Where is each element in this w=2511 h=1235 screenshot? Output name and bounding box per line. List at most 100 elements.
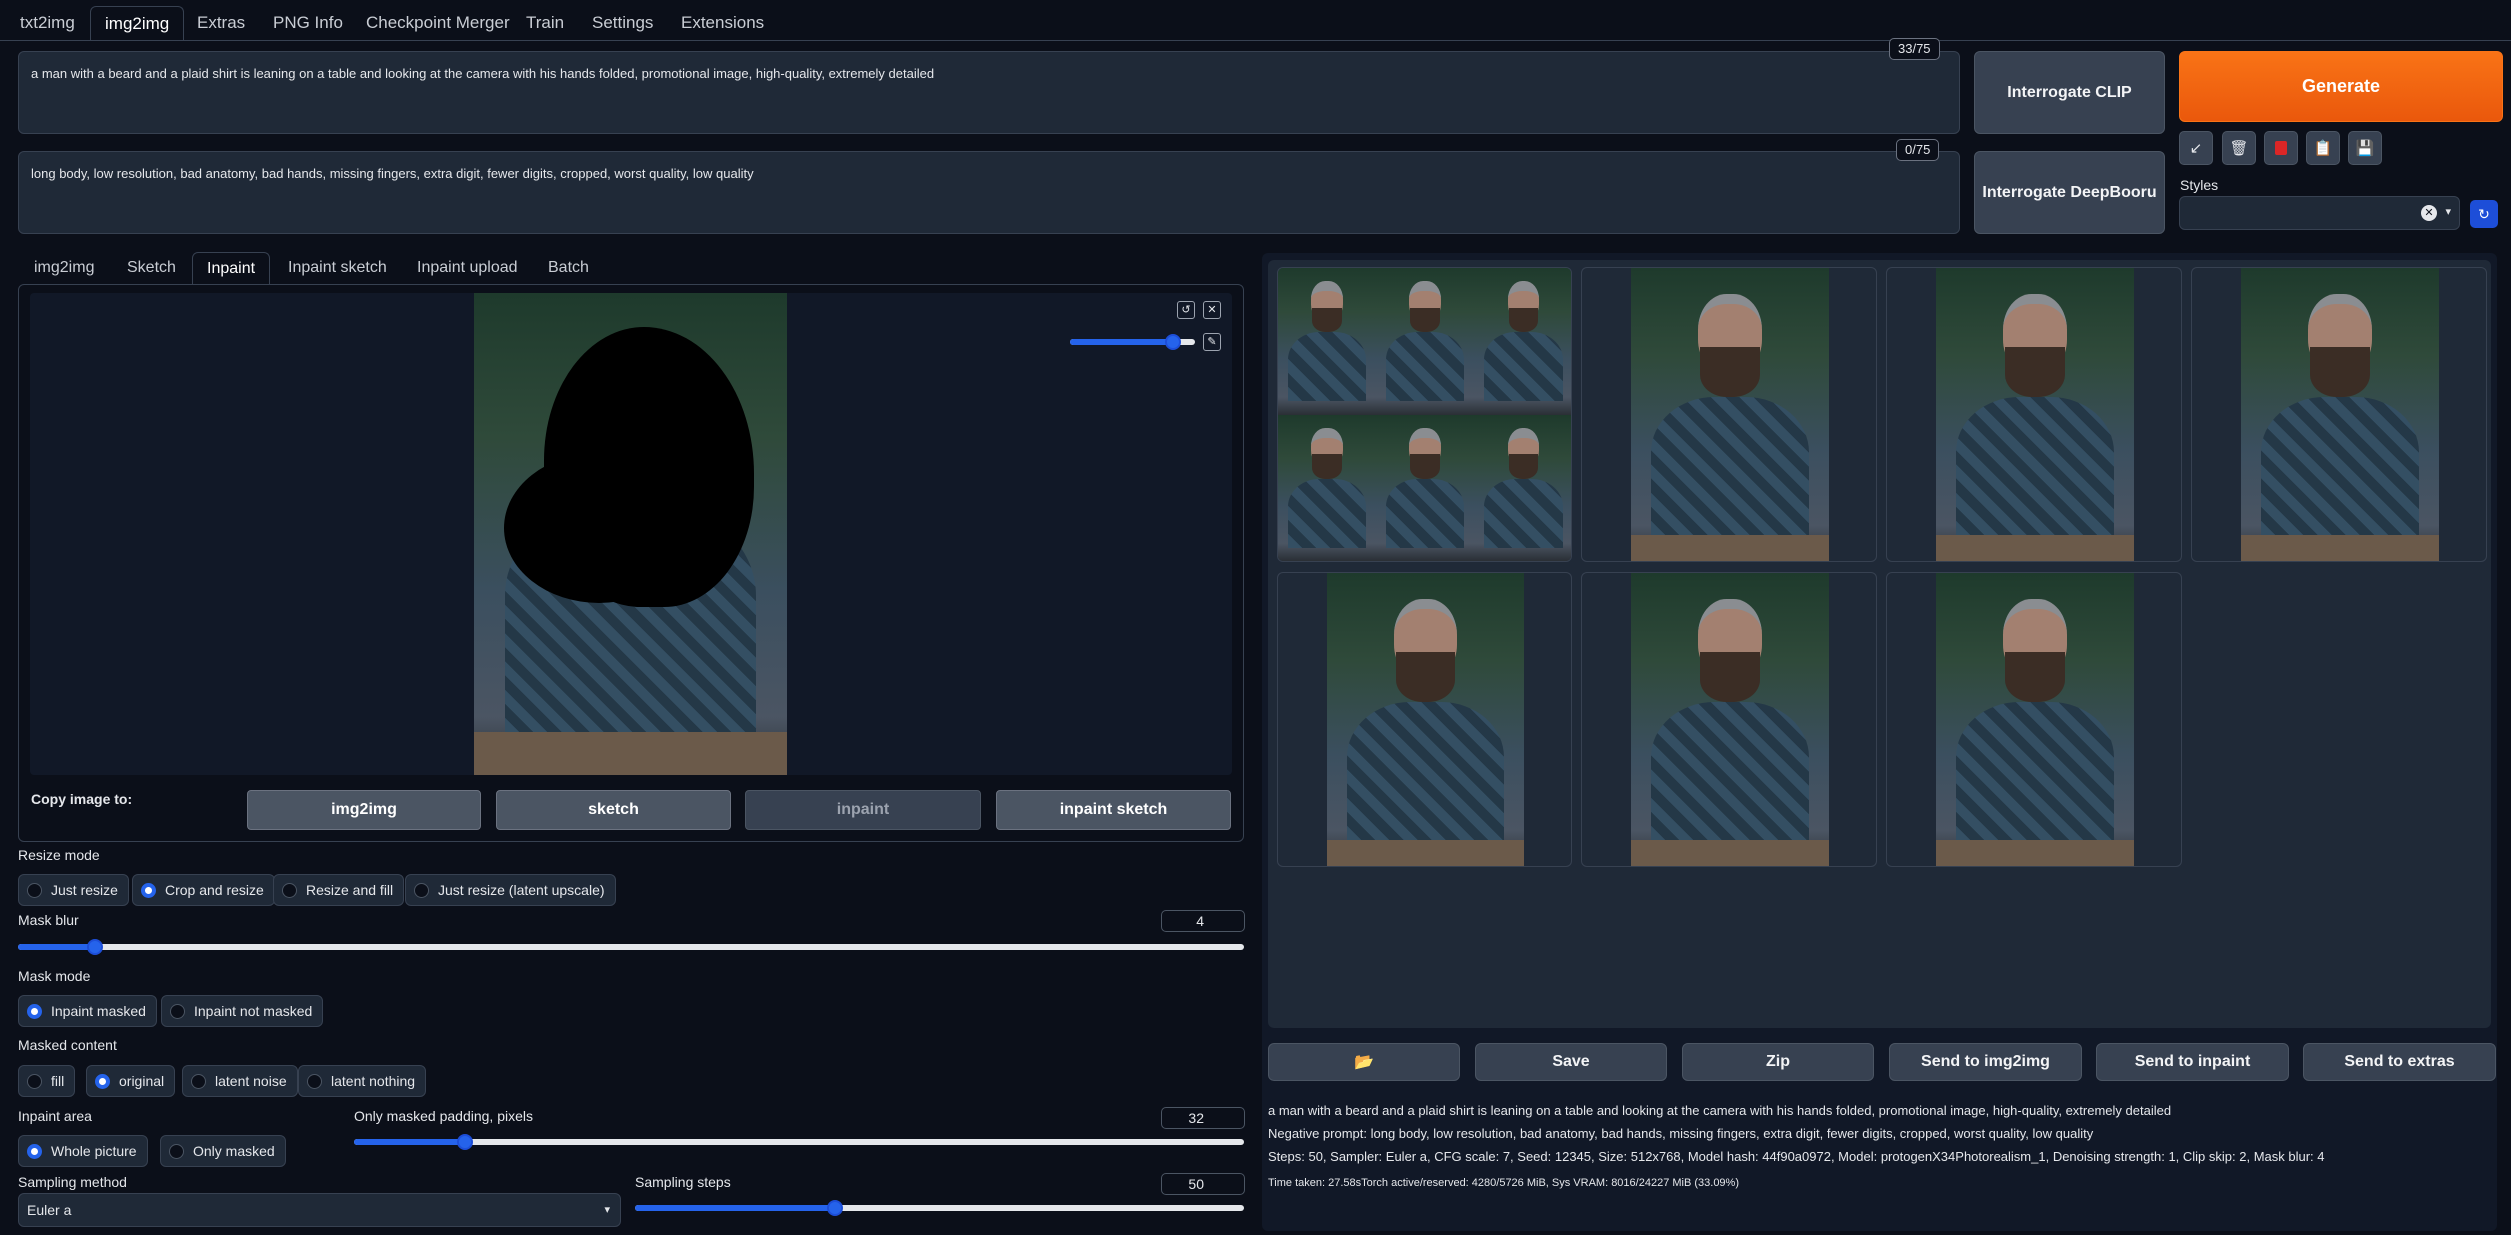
copy-image-label: Copy image to: [31, 791, 133, 807]
sampling-method-dropdown[interactable]: Euler a ▾ [18, 1193, 621, 1227]
mask-blur-label: Mask blur [18, 912, 79, 928]
masked-fill-radio[interactable]: fill [18, 1065, 76, 1097]
mask-blur-fill [18, 944, 95, 950]
gallery-grid-image[interactable] [1277, 267, 1572, 562]
beard-shape [1395, 652, 1456, 702]
send-to-extras-button[interactable]: Send to extras [2303, 1043, 2496, 1081]
grid-tile [1278, 414, 1376, 561]
clipboard-icon[interactable]: 📋 [2306, 131, 2340, 165]
resize-crop-radio[interactable]: Crop and resize [132, 874, 275, 906]
send-to-img2img-button[interactable]: Send to img2img [1889, 1043, 2082, 1081]
inpaint-canvas[interactable]: ↺ ✕ ✎ [30, 293, 1232, 775]
gallery-image[interactable] [1581, 572, 1877, 867]
shirt-shape [1955, 701, 2115, 840]
masked-latent-nothing-radio[interactable]: latent nothing [298, 1065, 427, 1097]
resize-fill-radio[interactable]: Resize and fill [273, 874, 405, 906]
sampling-steps-value[interactable]: 50 [1161, 1173, 1245, 1195]
beard-shape [1410, 307, 1440, 333]
brush-icon[interactable]: ✎ [1203, 333, 1221, 351]
inpaint-not-masked-radio[interactable]: Inpaint not masked [161, 995, 324, 1027]
sampling-steps-slider[interactable] [635, 1200, 1244, 1216]
beard-shape [1312, 307, 1342, 333]
gallery-image[interactable] [1886, 572, 2182, 867]
generate-button[interactable]: Generate [2179, 51, 2503, 122]
gen-info-prompt: a man with a beard and a plaid shirt is … [1268, 1103, 2172, 1118]
gallery-image[interactable] [1581, 267, 1877, 562]
subtab-inpaint-sketch[interactable]: Inpaint sketch [274, 252, 401, 284]
subtab-inpaint[interactable]: Inpaint [192, 252, 271, 284]
interrogate-deepbooru-button[interactable]: Interrogate DeepBooru [1974, 151, 2165, 234]
resize-latent-upscale-radio[interactable]: Just resize (latent upscale) [405, 874, 616, 906]
prompt-input[interactable]: a man with a beard and a plaid shirt is … [18, 51, 1960, 134]
resize-mode-label: Resize mode [18, 847, 100, 863]
save-button[interactable]: Save [1475, 1043, 1667, 1081]
radio-dot [27, 882, 42, 898]
mask-mode-label: Mask mode [18, 968, 91, 984]
refresh-styles-icon[interactable]: ↻ [2470, 200, 2498, 228]
tab-extras[interactable]: Extras [183, 6, 259, 40]
subtab-batch[interactable]: Batch [534, 252, 603, 284]
clear-icon[interactable]: ✕ [2421, 205, 2437, 221]
undo-icon[interactable]: ↺ [1177, 301, 1195, 319]
padding-fill [354, 1139, 466, 1145]
negative-prompt-input[interactable]: long body, low resolution, bad anatomy, … [18, 151, 1960, 234]
padding-knob[interactable] [457, 1134, 474, 1150]
send-to-inpaint-button[interactable]: Send to inpaint [2096, 1043, 2289, 1081]
output-image [1631, 573, 1829, 866]
resize-just-resize-radio[interactable]: Just resize [18, 874, 129, 906]
chevron-down-icon: ▾ [2445, 206, 2451, 218]
trash-icon[interactable]: 🗑 [2222, 131, 2256, 165]
subtab-sketch[interactable]: Sketch [113, 252, 190, 284]
masked-latent-noise-radio[interactable]: latent noise [182, 1065, 298, 1097]
only-masked-radio[interactable]: Only masked [160, 1135, 286, 1167]
grid-tile [1474, 268, 1571, 415]
shirt-shape [1385, 332, 1465, 402]
shirt-shape [1385, 478, 1465, 548]
subtab-img2img[interactable]: img2img [20, 252, 108, 284]
arrow-icon[interactable]: ↙ [2179, 131, 2213, 165]
gallery-image[interactable] [1886, 267, 2182, 562]
copy-to-inpaint-button[interactable]: inpaint [745, 790, 981, 830]
tab-img2img[interactable]: img2img [90, 6, 185, 40]
mask-blur-value[interactable]: 4 [1161, 910, 1245, 932]
inpaint-mask-lower [504, 453, 694, 603]
copy-to-sketch-button[interactable]: sketch [496, 790, 731, 830]
copy-to-inpaint-sketch-button[interactable]: inpaint sketch [996, 790, 1231, 830]
tab-png-info[interactable]: PNG Info [259, 6, 357, 40]
copy-to-img2img-button[interactable]: img2img [247, 790, 481, 830]
tab-train[interactable]: Train [512, 6, 578, 40]
inpaint-masked-radio[interactable]: Inpaint masked [18, 995, 157, 1027]
tab-settings[interactable]: Settings [578, 6, 667, 40]
output-image [1936, 573, 2134, 866]
radio-dot [170, 1003, 185, 1019]
tab-checkpoint-merger[interactable]: Checkpoint Merger [352, 6, 524, 40]
styles-dropdown[interactable]: ✕ ▾ [2179, 196, 2460, 230]
chevron-down-icon: ▾ [604, 1204, 610, 1216]
tab-extensions[interactable]: Extensions [667, 6, 778, 40]
open-folder-button[interactable]: 📂 [1268, 1043, 1460, 1081]
brush-size-fill [1070, 339, 1173, 345]
padding-value[interactable]: 32 [1161, 1107, 1245, 1129]
subtab-inpaint-upload[interactable]: Inpaint upload [403, 252, 532, 284]
output-image [2241, 268, 2439, 561]
brush-size-slider[interactable] [1070, 334, 1195, 350]
close-icon[interactable]: ✕ [1203, 301, 1221, 319]
brush-size-knob[interactable] [1164, 334, 1181, 350]
sampling-steps-knob[interactable] [827, 1200, 844, 1216]
interrogate-clip-button[interactable]: Interrogate CLIP [1974, 51, 2165, 134]
beard-shape [1312, 454, 1342, 479]
gallery-image[interactable] [2191, 267, 2487, 562]
shirt-shape [1483, 478, 1564, 548]
red-square-icon[interactable] [2264, 131, 2298, 165]
padding-slider[interactable] [354, 1134, 1244, 1150]
mask-blur-knob[interactable] [86, 939, 103, 955]
zip-button[interactable]: Zip [1682, 1043, 1874, 1081]
save-icon[interactable]: 💾 [2348, 131, 2382, 165]
padding-label: Only masked padding, pixels [354, 1108, 533, 1124]
sampling-steps-fill [635, 1205, 836, 1211]
mask-blur-slider[interactable] [18, 939, 1244, 955]
gallery-image[interactable] [1277, 572, 1572, 867]
whole-picture-radio[interactable]: Whole picture [18, 1135, 148, 1167]
tab-txt2img[interactable]: txt2img [6, 6, 89, 40]
masked-original-radio[interactable]: original [86, 1065, 176, 1097]
